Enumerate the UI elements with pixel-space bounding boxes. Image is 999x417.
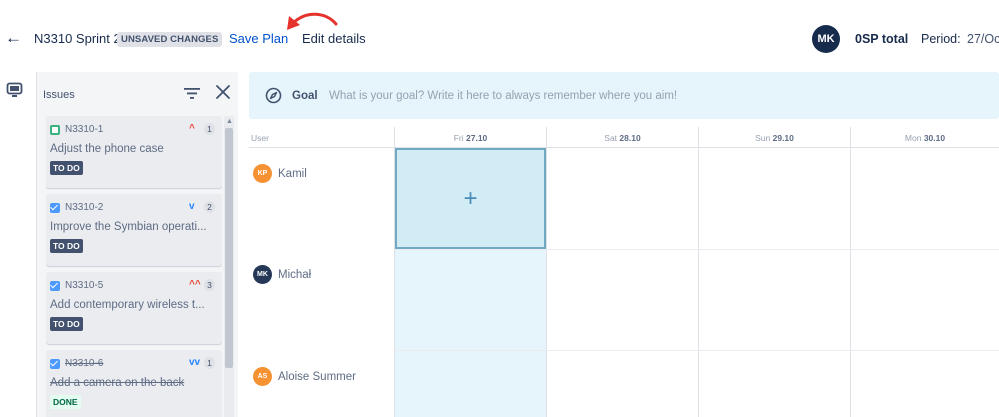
scroll-up-icon[interactable]: ▲ <box>226 118 233 126</box>
day-weekday: Mon <box>904 133 922 143</box>
filter-icon[interactable] <box>183 85 201 101</box>
day-header: Sat 28.10 <box>547 129 698 147</box>
avatar: MK <box>253 265 272 284</box>
day-header: Fri 27.10 <box>395 129 546 147</box>
issue-summary: Add a camera on the back <box>50 377 185 389</box>
back-arrow-icon[interactable]: ← <box>5 28 23 48</box>
day-date: 28.10 <box>619 133 641 143</box>
story-type-icon <box>50 125 60 135</box>
user-name: Michał <box>278 269 312 281</box>
day-cell[interactable] <box>547 250 698 350</box>
day-header: Sun 29.10 <box>699 129 850 147</box>
user-name: Aloise Summer <box>278 371 356 383</box>
goal-label: Goal <box>292 90 318 102</box>
day-cell[interactable] <box>699 148 850 249</box>
day-cell[interactable] <box>547 148 698 249</box>
user-avatar[interactable]: MK <box>812 25 840 53</box>
issues-panel: Issues N3310-1 ^ 1 Adjust the phone case… <box>36 72 238 417</box>
day-weekday: Sat <box>604 133 618 143</box>
status-badge: TO DO <box>50 161 83 175</box>
status-badge: DONE <box>50 395 81 409</box>
issue-summary: Improve the Symbian operati... <box>50 221 207 233</box>
day-cell[interactable] <box>395 351 546 417</box>
issues-list: N3310-1 ^ 1 Adjust the phone case TO DO … <box>46 116 222 417</box>
issues-panel-header: Issues <box>37 72 239 116</box>
add-assignment-cell[interactable]: + <box>395 148 546 249</box>
issues-panel-title: Issues <box>43 89 75 101</box>
plan-title: N3310 Sprint 2 <box>34 31 121 46</box>
priority-highest-icon: ^^ <box>189 279 201 290</box>
day-cell[interactable] <box>395 250 546 350</box>
task-type-icon <box>50 281 60 291</box>
user-column-header: User <box>251 133 269 143</box>
issue-key: N3310-2 <box>65 202 104 213</box>
day-cell[interactable] <box>851 250 999 350</box>
day-date: 29.10 <box>772 133 794 143</box>
issue-key: N3310-6 <box>65 358 104 369</box>
day-cell[interactable] <box>851 351 999 417</box>
estimate-badge: 2 <box>204 201 215 213</box>
day-header: Mon 30.10 <box>851 129 999 147</box>
task-type-icon <box>50 203 60 213</box>
status-badge: TO DO <box>50 317 83 331</box>
capacity-calendar: User Fri 27.10 Sat 28.10 Sun 29.10 Mon 3… <box>249 127 999 417</box>
issue-key: N3310-1 <box>65 124 104 135</box>
estimate-badge: 1 <box>204 357 215 369</box>
scrollbar-thumb[interactable] <box>225 128 233 368</box>
day-cell[interactable] <box>547 351 698 417</box>
plus-icon: + <box>463 185 478 212</box>
day-date: 30.10 <box>923 133 946 143</box>
avatar: AS <box>253 367 272 386</box>
close-icon[interactable] <box>214 83 232 101</box>
period-value[interactable]: 27/Oc <box>967 31 999 47</box>
priority-lowest-icon: vv <box>189 357 201 368</box>
day-cell[interactable] <box>699 351 850 417</box>
issue-key: N3310-5 <box>65 280 104 291</box>
issues-scrollbar[interactable]: ▲ <box>224 116 234 417</box>
day-weekday: Fri <box>453 133 464 143</box>
compass-icon <box>265 87 282 104</box>
user-name: Kamil <box>278 168 307 180</box>
day-cell[interactable] <box>851 148 999 249</box>
board-icon[interactable] <box>6 82 23 98</box>
estimate-badge: 1 <box>204 123 215 135</box>
priority-low-icon: v <box>189 201 195 212</box>
issue-card[interactable]: N3310-5 ^^ 3 Add contemporary wireless t… <box>46 272 222 344</box>
status-badge: TO DO <box>50 239 83 253</box>
unsaved-changes-badge: UNSAVED CHANGES <box>117 32 223 47</box>
priority-high-icon: ^ <box>189 123 195 134</box>
top-bar: ← N3310 Sprint 2 UNSAVED CHANGES Save Pl… <box>0 0 999 72</box>
estimate-badge: 3 <box>204 279 215 291</box>
issue-card[interactable]: N3310-1 ^ 1 Adjust the phone case TO DO <box>46 116 222 188</box>
avatar: KP <box>253 164 272 183</box>
issue-card[interactable]: N3310-2 v 2 Improve the Symbian operati.… <box>46 194 222 266</box>
day-weekday: Sun <box>755 133 771 143</box>
annotation-arrow-icon <box>287 12 338 30</box>
issue-summary: Add contemporary wireless t... <box>50 299 205 311</box>
issue-card[interactable]: N3310-6 vv 1 Add a camera on the back DO… <box>46 350 222 417</box>
save-plan-button[interactable]: Save Plan <box>229 31 288 47</box>
day-date: 27.10 <box>466 133 488 143</box>
task-type-icon <box>50 359 60 369</box>
total-story-points: 0SP total <box>855 32 909 46</box>
day-cell[interactable] <box>699 250 850 350</box>
goal-input[interactable] <box>329 87 929 105</box>
period-label: Period: <box>921 32 961 46</box>
goal-bar: Goal <box>249 72 999 119</box>
issue-summary: Adjust the phone case <box>50 143 164 155</box>
